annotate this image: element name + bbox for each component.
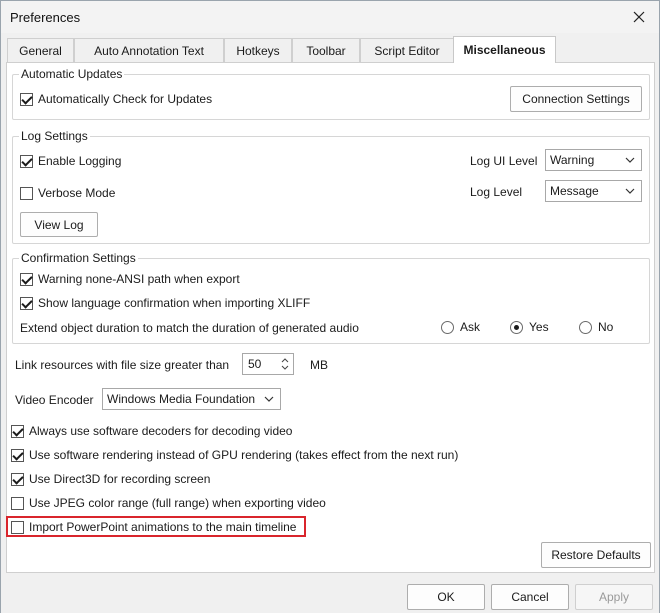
log-level-select[interactable]: Message [545, 180, 642, 202]
chevron-down-icon [264, 396, 274, 402]
tab-label: General [19, 43, 62, 58]
button-label: Apply [598, 590, 630, 604]
chevron-down-icon [625, 157, 635, 163]
automatic-updates-title: Automatic Updates [19, 67, 125, 81]
tab-label: Script Editor [374, 43, 440, 58]
link-resources-unit: MB [310, 358, 328, 372]
warning-path-checkbox[interactable]: Warning none-ANSI path when export [20, 272, 240, 286]
link-resources-spinbox[interactable]: 50 [242, 353, 294, 375]
close-icon [633, 11, 645, 23]
auto-check-label: Automatically Check for Updates [38, 92, 213, 106]
log-ui-level-select[interactable]: Warning [545, 149, 642, 171]
link-resources-label: Link resources with file size greater th… [15, 358, 230, 372]
confirmation-settings-title: Confirmation Settings [19, 251, 138, 265]
radio-circle [579, 320, 592, 334]
button-label: OK [437, 590, 455, 604]
warning-path-label: Warning none-ANSI path when export [38, 272, 240, 286]
software-decoders-checkbox[interactable]: Always use software decoders for decodin… [11, 424, 292, 438]
tab-label: Hotkeys [236, 43, 280, 58]
spin-arrows-icon[interactable] [280, 356, 290, 372]
checkbox-box [11, 472, 24, 486]
log-ui-level-label: Log UI Level [470, 154, 538, 168]
tab-label: Auto Annotation Text [94, 43, 204, 58]
tab-hotkeys[interactable]: Hotkeys [224, 38, 292, 62]
select-value: Warning [550, 153, 595, 167]
tab-label: Toolbar [306, 43, 346, 58]
radio-label: Ask [460, 320, 481, 334]
button-label: Cancel [511, 590, 549, 604]
radio-yes[interactable]: Yes [510, 320, 549, 334]
window-title: Preferences [10, 10, 81, 25]
enable-logging-checkbox[interactable]: Enable Logging [20, 154, 121, 168]
verbose-mode-label: Verbose Mode [38, 186, 116, 200]
spin-value: 50 [248, 357, 262, 371]
log-settings-title: Log Settings [19, 129, 90, 143]
direct3d-checkbox[interactable]: Use Direct3D for recording screen [11, 472, 210, 486]
radio-circle [510, 320, 523, 334]
checkbox-box [20, 92, 33, 106]
view-log-button[interactable]: View Log [20, 212, 98, 237]
enable-logging-label: Enable Logging [38, 154, 122, 168]
checkbox-box [20, 186, 33, 200]
radio-label: No [598, 320, 614, 334]
verbose-mode-checkbox[interactable]: Verbose Mode [20, 186, 115, 200]
software-rendering-checkbox[interactable]: Use software rendering instead of GPU re… [11, 448, 458, 462]
button-label: Restore Defaults [551, 548, 641, 562]
restore-defaults-button[interactable]: Restore Defaults [541, 542, 651, 568]
select-value: Windows Media Foundation [107, 392, 256, 406]
video-encoder-label: Video Encoder [15, 393, 94, 407]
ok-button[interactable]: OK [407, 584, 485, 610]
checkbox-label: Use software rendering instead of GPU re… [29, 448, 459, 462]
preferences-window: Preferences General Auto Annotation Text… [0, 0, 660, 613]
checkbox-label: Use Direct3D for recording screen [29, 472, 211, 486]
checkbox-box [20, 296, 33, 310]
extend-duration-label: Extend object duration to match the dura… [20, 321, 359, 335]
chevron-down-icon [625, 188, 635, 194]
close-button[interactable] [627, 5, 651, 29]
auto-check-updates-checkbox[interactable]: Automatically Check for Updates [20, 92, 212, 106]
video-encoder-select[interactable]: Windows Media Foundation [102, 388, 281, 410]
tab-auto-annotation-text[interactable]: Auto Annotation Text [74, 38, 224, 62]
apply-button[interactable]: Apply [575, 584, 653, 610]
checkbox-box [11, 496, 24, 510]
checkbox-label: Always use software decoders for decodin… [29, 424, 293, 438]
show-language-checkbox[interactable]: Show language confirmation when importin… [20, 296, 310, 310]
highlight-box [6, 516, 306, 537]
checkbox-box [11, 448, 24, 462]
select-value: Message [550, 184, 599, 198]
tab-toolbar[interactable]: Toolbar [292, 38, 360, 62]
tab-script-editor[interactable]: Script Editor [360, 38, 454, 62]
show-language-label: Show language confirmation when importin… [38, 296, 311, 310]
jpeg-color-range-checkbox[interactable]: Use JPEG color range (full range) when e… [11, 496, 326, 510]
radio-label: Yes [529, 320, 549, 334]
tab-label: Miscellaneous [463, 43, 546, 57]
tab-miscellaneous[interactable]: Miscellaneous [453, 36, 556, 63]
title-bar: Preferences [1, 1, 659, 33]
radio-circle [441, 320, 454, 334]
connection-settings-button[interactable]: Connection Settings [510, 86, 642, 112]
tab-general[interactable]: General [7, 38, 74, 62]
radio-ask[interactable]: Ask [441, 320, 480, 334]
checkbox-box [20, 154, 33, 168]
radio-no[interactable]: No [579, 320, 613, 334]
cancel-button[interactable]: Cancel [491, 584, 569, 610]
checkbox-box [20, 272, 33, 286]
button-label: View Log [34, 217, 84, 232]
log-level-label: Log Level [470, 185, 523, 199]
checkbox-box [11, 424, 24, 438]
checkbox-label: Use JPEG color range (full range) when e… [29, 496, 326, 510]
button-label: Connection Settings [522, 92, 630, 106]
